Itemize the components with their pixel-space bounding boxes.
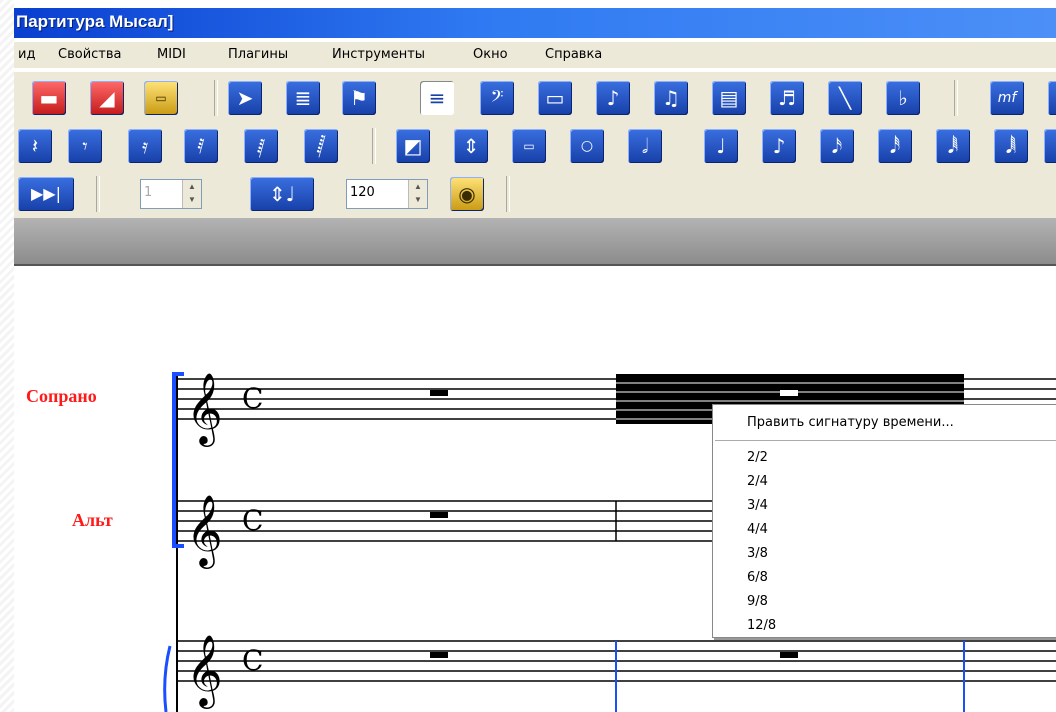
- up-arrow-icon[interactable]: ▲: [183, 180, 201, 193]
- fast-forward-end-icon[interactable]: ▶▶|: [18, 177, 74, 211]
- menu-item-12-8[interactable]: 12/8: [747, 618, 776, 633]
- whole-note-icon[interactable]: ○: [570, 129, 604, 163]
- score-desk-background: [14, 218, 1056, 266]
- menu-separator: [715, 440, 1056, 442]
- eighth-note-icon[interactable]: ♪: [762, 129, 796, 163]
- keyboard-icon[interactable]: ▭: [144, 81, 178, 115]
- whole-rest[interactable]: [430, 652, 448, 658]
- keyboard-piano-icon[interactable]: ▤: [712, 81, 746, 115]
- chord-icon[interactable]: ♬: [770, 81, 804, 115]
- sixty-fourth-rest-icon[interactable]: 𝅁: [244, 129, 278, 163]
- menu-properties[interactable]: Свойства: [58, 47, 122, 62]
- tempo-note-icon[interactable]: ⇕♩: [250, 177, 314, 211]
- sixteenth-note-icon[interactable]: 𝅘𝅥𝅯: [820, 129, 854, 163]
- select-arrow-icon[interactable]: ➤: [228, 81, 262, 115]
- menu-plugins[interactable]: Плагины: [228, 47, 288, 62]
- quarter-note-icon[interactable]: ♩: [704, 129, 738, 163]
- print-icon[interactable]: ▬: [32, 81, 66, 115]
- eighth-rest-icon[interactable]: 𝄾: [68, 129, 102, 163]
- thirty-second-rest-icon[interactable]: 𝅀: [184, 129, 218, 163]
- layout-icon[interactable]: ≡: [420, 81, 454, 115]
- staff-brace: [163, 645, 172, 712]
- bar-number-value: 1: [144, 185, 153, 200]
- slur-icon[interactable]: ╲: [828, 81, 862, 115]
- menu-help[interactable]: Справка: [545, 47, 602, 62]
- menu-item-9-8[interactable]: 9/8: [747, 594, 768, 609]
- treble-clef-icon: 𝄞: [186, 371, 223, 447]
- time-signature-context-menu: Править сигнатуру времени... 2/2 2/4 3/4…: [712, 404, 1056, 638]
- time-signature[interactable]: C: [242, 504, 263, 537]
- treble-clef-icon: 𝄞: [186, 633, 223, 709]
- whole-rest[interactable]: [780, 652, 798, 658]
- staff-bracket: [172, 372, 184, 548]
- menu-midi[interactable]: MIDI: [157, 47, 186, 62]
- time-signature[interactable]: C: [242, 382, 263, 415]
- menu-instruments[interactable]: Инструменты: [332, 47, 425, 62]
- spinner-arrows[interactable]: ▲ ▼: [408, 180, 427, 208]
- window-title: Партитура Мысал]: [16, 12, 174, 31]
- piano-icon[interactable]: ◢: [90, 81, 124, 115]
- tempo-spinner[interactable]: 120 ▲ ▼: [346, 179, 428, 209]
- up-arrow-icon[interactable]: ▲: [409, 180, 427, 193]
- tuplet-icon[interactable]: ♭: [886, 81, 920, 115]
- tempo-value: 120: [350, 185, 375, 200]
- hundred-twenty-eighth-note-icon[interactable]: 𝅘𝅥𝅲: [994, 129, 1028, 163]
- eighth-note-icon[interactable]: ♪: [596, 81, 630, 115]
- time-signature[interactable]: C: [242, 644, 263, 677]
- toolbar-separator: [372, 128, 376, 164]
- dynamics-icon[interactable]: mf: [990, 81, 1024, 115]
- down-arrow-icon[interactable]: ▼: [409, 193, 427, 206]
- down-arrow-icon[interactable]: ▼: [183, 193, 201, 206]
- menu-item-6-8[interactable]: 6/8: [747, 570, 768, 585]
- spinner-arrows[interactable]: ▲ ▼: [182, 180, 201, 208]
- menu-item-3-8[interactable]: 3/8: [747, 546, 768, 561]
- menu-item-2-4[interactable]: 2/4: [747, 474, 768, 489]
- sixteenth-rest-icon[interactable]: 𝄿: [128, 129, 162, 163]
- thirty-second-note-icon[interactable]: 𝅘𝅥𝅰: [878, 129, 912, 163]
- notes-icon[interactable]: ♫: [654, 81, 688, 115]
- page-icon[interactable]: ▭: [538, 81, 572, 115]
- whole-rest[interactable]: [430, 390, 448, 396]
- menu-item-2-2[interactable]: 2/2: [747, 450, 768, 465]
- sixty-fourth-note-icon[interactable]: 𝅘𝅥𝅱: [936, 129, 970, 163]
- more-notes-icon[interactable]: ♪: [1044, 129, 1056, 163]
- bass-clef-icon[interactable]: 𝄢: [480, 81, 514, 115]
- toolbar-separator: [214, 80, 218, 116]
- menu-item-4-4[interactable]: 4/4: [747, 522, 768, 537]
- toolbar-main: ▬ ◢ ▭ ➤ ≣ ⚑ ≡ 𝄢 ▭ ♪ ♫ ▤ ♬ ╲ ♭ mf ▸: [14, 72, 1056, 122]
- toolbar-separator: [96, 176, 100, 212]
- half-note-icon[interactable]: 𝅗𝅥: [628, 129, 662, 163]
- quarter-rest-icon[interactable]: 𝄽: [18, 129, 52, 163]
- background-strip: [0, 0, 14, 712]
- edit-time-signature-item[interactable]: Править сигнатуру времени...: [747, 415, 954, 430]
- more-icon[interactable]: ▸: [1048, 81, 1056, 115]
- menu-item-3-4[interactable]: 3/4: [747, 498, 768, 513]
- whole-rest[interactable]: [780, 390, 798, 396]
- hundred-twenty-eighth-rest-icon[interactable]: 𝅂: [304, 129, 338, 163]
- title-bar[interactable]: Партитура Мысал]: [14, 8, 1056, 38]
- flag-icon[interactable]: ⚑: [342, 81, 376, 115]
- treble-clef-icon: 𝄞: [186, 493, 223, 569]
- menu-view[interactable]: ид: [18, 47, 35, 62]
- toolbar-notes: 𝄽 𝄾 𝄿 𝅀 𝅁 𝅂 ◩ ⇕ ▭ ○ 𝅗𝅥 ♩ ♪ 𝅘𝅥𝅯 𝅘𝅥𝅰 𝅘𝅥𝅱 𝅘…: [14, 122, 1056, 170]
- metronome-icon[interactable]: ◉: [450, 177, 484, 211]
- menu-window[interactable]: Окно: [473, 47, 508, 62]
- breve-icon[interactable]: ▭: [512, 129, 546, 163]
- toolbar-separator: [506, 176, 510, 212]
- whole-rest[interactable]: [430, 512, 448, 518]
- toolbar-playback: ▶▶| 1 ▲▼ ⇕♩ - 120 ▲▼ ◉: [14, 170, 1056, 373]
- bar-number-spinner[interactable]: 1 ▲ ▼: [140, 179, 202, 209]
- eraser-icon[interactable]: ◩: [396, 129, 430, 163]
- staff-edit-icon[interactable]: ≣: [286, 81, 320, 115]
- menu-bar: ид Свойства MIDI Плагины Инструменты Окн…: [14, 42, 1056, 68]
- up-down-icon[interactable]: ⇕: [454, 129, 488, 163]
- sibelius-window: Партитура Мысал] ид Свойства MIDI Плагин…: [0, 0, 1056, 712]
- toolbar-separator: [954, 80, 958, 116]
